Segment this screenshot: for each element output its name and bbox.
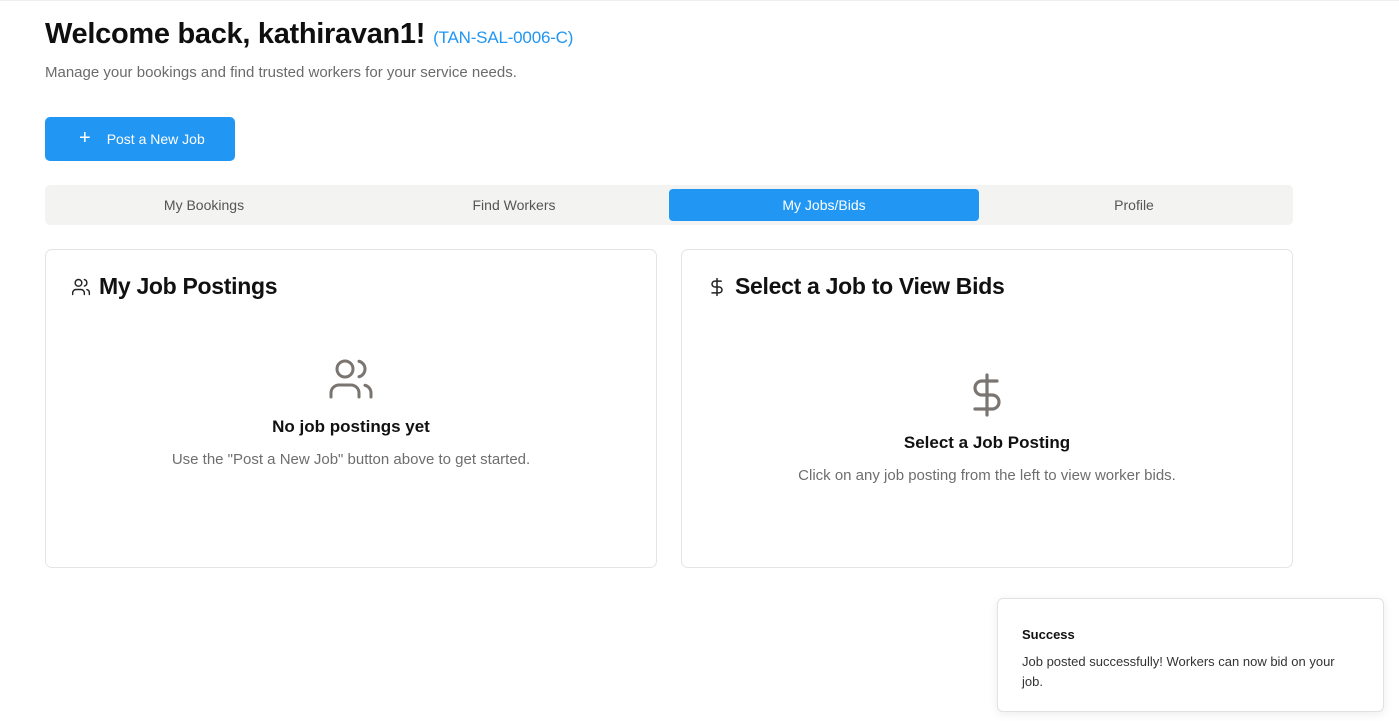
page-title: Welcome back, kathiravan1! bbox=[45, 18, 426, 50]
job-postings-title: My Job Postings bbox=[99, 273, 278, 299]
tab-profile[interactable]: Profile bbox=[979, 189, 1289, 221]
bids-empty-state: Select a Job Posting Click on any job po… bbox=[682, 371, 1292, 484]
tab-my-jobs-bids[interactable]: My Jobs/Bids bbox=[669, 189, 979, 221]
page-subtitle: Manage your bookings and find trusted wo… bbox=[45, 64, 517, 81]
empty-description: Use the "Post a New Job" button above to… bbox=[171, 451, 531, 468]
dollar-icon bbox=[707, 277, 727, 297]
tab-find-workers[interactable]: Find Workers bbox=[359, 189, 669, 221]
toast-title: Success bbox=[1022, 627, 1075, 642]
user-code: (TAN-SAL-0006-C) bbox=[433, 28, 574, 47]
toast-message: Job posted successfully! Workers can now… bbox=[1022, 654, 1335, 689]
empty-title: Select a Job Posting bbox=[903, 433, 1071, 452]
post-new-job-button[interactable]: + Post a New Job bbox=[45, 117, 235, 161]
bids-title: Select a Job to View Bids bbox=[735, 273, 1005, 299]
job-postings-card: My Job Postings No job postings yet Use … bbox=[45, 249, 657, 568]
top-divider bbox=[0, 0, 1399, 1]
post-new-job-label: Post a New Job bbox=[106, 131, 205, 147]
success-toast[interactable]: Success Job posted successfully! Workers… bbox=[997, 598, 1384, 712]
dollar-icon bbox=[963, 371, 1011, 419]
plus-icon: + bbox=[79, 127, 91, 149]
users-icon bbox=[327, 355, 375, 403]
page-header: Welcome back, kathiravan1! (TAN-SAL-0006… bbox=[45, 14, 945, 83]
empty-title: No job postings yet bbox=[272, 417, 430, 436]
job-postings-empty-state: No job postings yet Use the "Post a New … bbox=[46, 355, 656, 468]
tab-bar: My Bookings Find Workers My Jobs/Bids Pr… bbox=[45, 185, 1293, 225]
job-postings-header: My Job Postings bbox=[71, 273, 278, 300]
bids-card: Select a Job to View Bids Select a Job P… bbox=[681, 249, 1293, 568]
welcome-row: Welcome back, kathiravan1! (TAN-SAL-0006… bbox=[45, 14, 945, 54]
users-icon bbox=[71, 277, 91, 297]
empty-description: Click on any job posting from the left t… bbox=[798, 467, 1176, 484]
bids-header: Select a Job to View Bids bbox=[707, 273, 1005, 300]
tab-my-bookings[interactable]: My Bookings bbox=[49, 189, 359, 221]
